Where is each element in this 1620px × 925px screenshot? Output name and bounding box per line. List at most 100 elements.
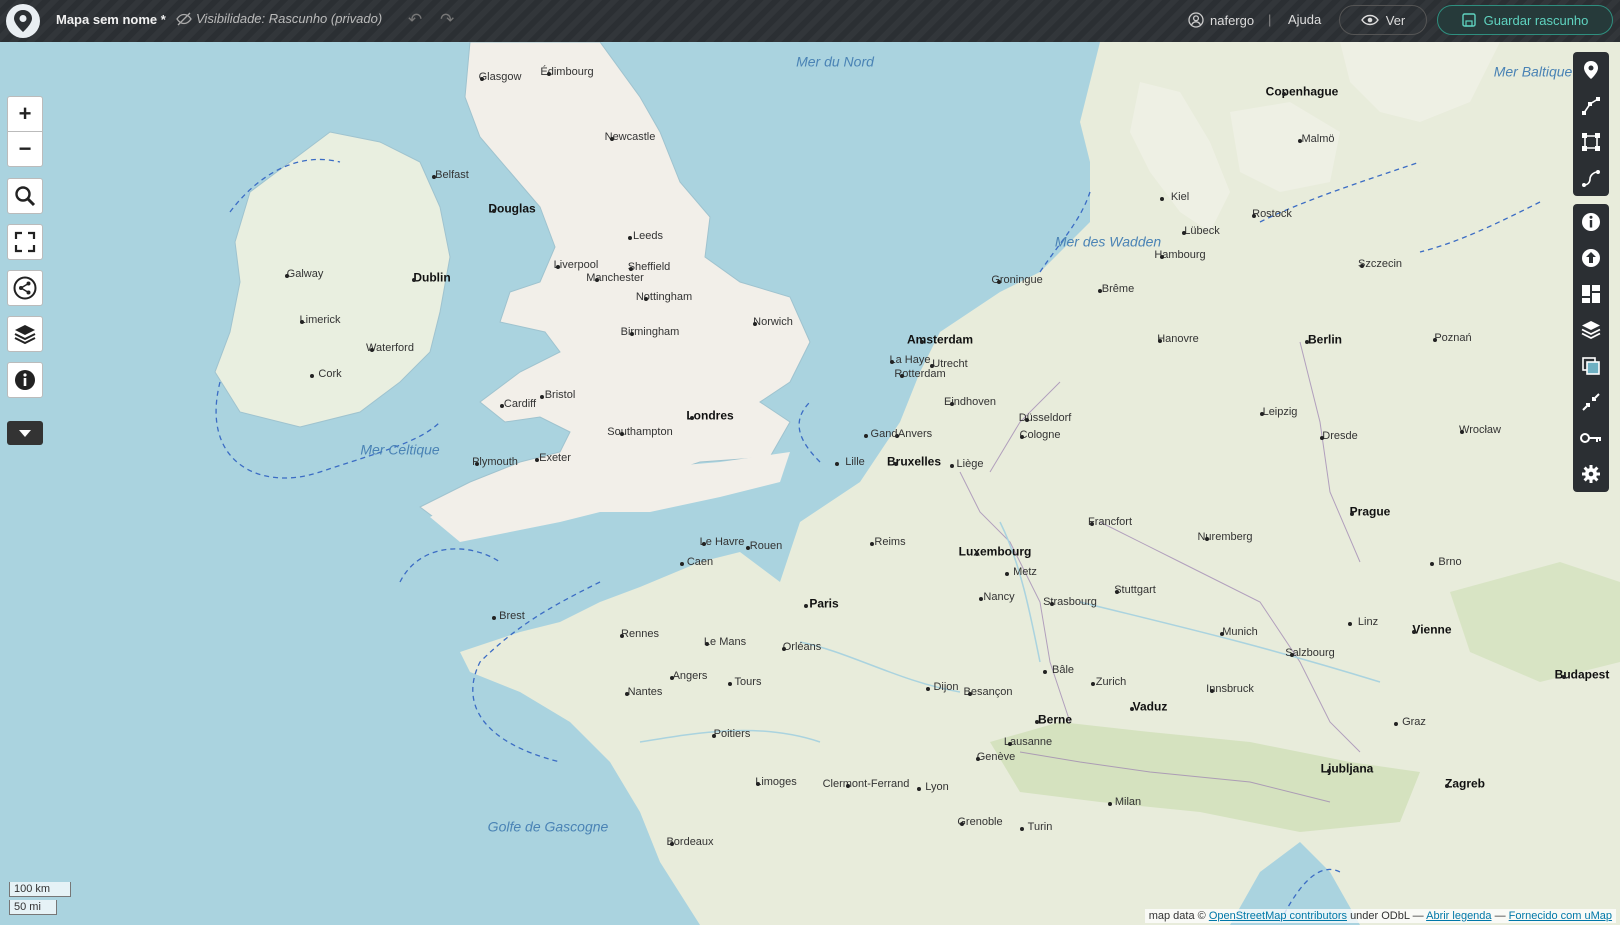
city-dot bbox=[547, 72, 551, 76]
city-dot bbox=[870, 542, 874, 546]
city-dot bbox=[1025, 418, 1029, 422]
city-dot bbox=[1115, 590, 1119, 594]
capital-label: Copenhague bbox=[1265, 84, 1339, 99]
city-dot bbox=[1091, 682, 1095, 686]
osm-link[interactable]: OpenStreetMap contributors bbox=[1209, 910, 1347, 922]
city-dot bbox=[1160, 255, 1164, 259]
city-label: Poitiers bbox=[713, 727, 751, 740]
import-button[interactable] bbox=[1573, 240, 1609, 276]
city-dot bbox=[1327, 769, 1331, 773]
city-label: Bristol bbox=[544, 388, 576, 401]
city-dot bbox=[1182, 231, 1186, 235]
city-dot bbox=[625, 692, 629, 696]
info-icon bbox=[15, 370, 35, 390]
city-dot bbox=[728, 682, 732, 686]
draw-route-button[interactable] bbox=[1573, 160, 1609, 196]
city-label: Galway bbox=[286, 267, 324, 280]
fullscreen-button[interactable] bbox=[7, 224, 43, 260]
center-icon bbox=[1582, 393, 1600, 411]
undo-icon[interactable]: ↶ bbox=[408, 10, 422, 30]
city-dot bbox=[917, 787, 921, 791]
attribution-prefix: map data © bbox=[1148, 910, 1206, 922]
scale-km: 100 km bbox=[9, 882, 71, 897]
city-label: Francfort bbox=[1087, 515, 1133, 528]
visibility-label: Visibilidade: Rascunho (privado) bbox=[196, 11, 383, 26]
help-link[interactable]: Ajuda bbox=[1288, 12, 1321, 27]
city-label: Leipzig bbox=[1262, 405, 1298, 418]
search-button[interactable] bbox=[7, 178, 43, 214]
city-dot bbox=[690, 416, 694, 420]
zoom-in-button[interactable]: + bbox=[7, 96, 43, 132]
edit-toolbar bbox=[1573, 204, 1609, 492]
city-label: Limoges bbox=[755, 775, 797, 788]
city-dot bbox=[1008, 742, 1012, 746]
city-dot bbox=[864, 434, 868, 438]
city-dot bbox=[1050, 602, 1054, 606]
open-legend-link[interactable]: Abrir legenda bbox=[1426, 910, 1491, 922]
redo-icon[interactable]: ↷ bbox=[440, 10, 454, 30]
city-label: Anvers bbox=[897, 427, 933, 440]
city-dot bbox=[1433, 338, 1437, 342]
city-label: Belfast bbox=[435, 168, 469, 181]
city-label: Cork bbox=[318, 367, 342, 380]
draw-polygon-button[interactable] bbox=[1573, 124, 1609, 160]
city-label: Zurich bbox=[1095, 675, 1127, 688]
city-dot bbox=[1430, 562, 1434, 566]
city-dot bbox=[630, 332, 634, 336]
city-label: Angers bbox=[672, 669, 708, 682]
city-dot bbox=[475, 462, 479, 466]
map-canvas[interactable]: Mer du Nord Mer Celtique Golfe de Gascogne… bbox=[0, 42, 1620, 925]
city-dot bbox=[1020, 827, 1024, 831]
city-dot bbox=[900, 374, 904, 378]
tilelayer-button[interactable] bbox=[1573, 348, 1609, 384]
datalayers-panel-button[interactable] bbox=[1573, 276, 1609, 312]
map-title[interactable]: Mapa sem nome * bbox=[56, 12, 166, 27]
map-info-button[interactable] bbox=[1573, 204, 1609, 240]
layers-button[interactable] bbox=[7, 316, 43, 352]
visibility-status[interactable]: Visibilidade: Rascunho (privado) bbox=[176, 11, 382, 26]
capital-label: Vaduz bbox=[1132, 699, 1168, 714]
center-zoom-button[interactable] bbox=[1573, 384, 1609, 420]
city-dot bbox=[370, 348, 374, 352]
sea-label: Mer Baltique bbox=[1493, 63, 1573, 80]
top-bar: Mapa sem nome * Visibilidade: Rascunho (… bbox=[0, 0, 1620, 42]
city-dot bbox=[950, 464, 954, 468]
city-label: Dresde bbox=[1322, 429, 1358, 442]
city-label: Lille bbox=[845, 455, 865, 468]
eye-icon bbox=[1360, 14, 1379, 26]
capital-label: Zagreb bbox=[1444, 776, 1486, 791]
user-menu[interactable]: nafergo bbox=[1188, 12, 1254, 28]
manage-layers-button[interactable] bbox=[1573, 312, 1609, 348]
draw-marker-button[interactable] bbox=[1573, 52, 1609, 88]
city-label: Genève bbox=[976, 750, 1016, 763]
share-button[interactable] bbox=[7, 270, 43, 306]
more-controls-button[interactable] bbox=[7, 421, 43, 445]
info-button[interactable] bbox=[7, 362, 43, 398]
view-button[interactable]: Ver bbox=[1339, 5, 1427, 35]
city-dot bbox=[1210, 689, 1214, 693]
zoom-out-button[interactable]: − bbox=[7, 131, 43, 167]
city-label: Graz bbox=[1402, 715, 1426, 728]
city-dot bbox=[480, 77, 484, 81]
settings-icon bbox=[1582, 465, 1600, 483]
city-label: Malmö bbox=[1301, 132, 1335, 145]
save-draft-button[interactable]: Guardar rascunho bbox=[1437, 5, 1613, 35]
map-base-layer bbox=[214, 42, 1620, 925]
map-settings-button[interactable] bbox=[1573, 456, 1609, 492]
city-label: Dijon bbox=[933, 680, 959, 693]
city-dot bbox=[1350, 512, 1354, 516]
city-label: Le Mans bbox=[703, 635, 747, 648]
city-dot bbox=[1020, 435, 1024, 439]
city-dot bbox=[846, 784, 850, 788]
city-dot bbox=[968, 692, 972, 696]
attribution-license: under ODbL bbox=[1350, 910, 1410, 922]
powered-by-umap-link[interactable]: Fornecido com uMap bbox=[1509, 910, 1612, 922]
permissions-button[interactable] bbox=[1573, 420, 1609, 456]
umap-logo[interactable] bbox=[6, 4, 40, 38]
city-label: Reims bbox=[874, 535, 906, 548]
share-icon bbox=[13, 276, 37, 300]
city-label: Nantes bbox=[627, 685, 663, 698]
city-dot bbox=[670, 676, 674, 680]
tilelayer-icon bbox=[1582, 357, 1600, 375]
draw-polyline-button[interactable] bbox=[1573, 88, 1609, 124]
